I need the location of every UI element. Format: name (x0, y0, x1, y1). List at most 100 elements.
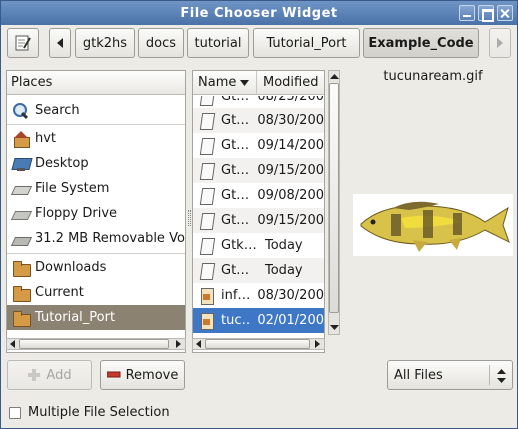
sort-descending-icon (240, 79, 250, 86)
place-label: 31.2 MB Removable Volume (35, 231, 185, 246)
places-scroll-thumb[interactable] (19, 339, 169, 349)
place-label: Current (35, 285, 84, 300)
folder-icon (13, 310, 31, 327)
file-filter-combo[interactable]: All Files (387, 360, 513, 390)
file-modified: 09/15/200 (257, 163, 324, 178)
add-label: Add (46, 367, 72, 383)
maximize-button[interactable] (478, 5, 494, 22)
preview-filename: tucunaream.gif (383, 69, 483, 84)
desktop-icon (13, 156, 29, 172)
file-row[interactable]: Gt… 09/14/200 (193, 133, 324, 158)
folder-icon (13, 260, 31, 277)
window-title: File Chooser Widget (180, 5, 338, 21)
minimize-button[interactable] (459, 5, 475, 21)
minus-icon (106, 371, 121, 378)
file-name: inf… (221, 288, 251, 303)
file-filter-value: All Files (394, 367, 443, 383)
splitter-grip (188, 210, 191, 226)
path-segment-tutorial[interactable]: tutorial (187, 28, 249, 58)
arrow-left-icon (196, 340, 201, 348)
combo-arrows-icon (497, 369, 506, 383)
file-row[interactable]: Gt… 09/15/200 (193, 208, 324, 233)
arrow-up-icon (330, 74, 339, 79)
arrow-right-icon (315, 340, 320, 348)
file-list: Gt… 08/25/200 Gt… 08/30/200 Gt… 09/14/20… (193, 96, 324, 336)
folder-icon (13, 285, 31, 302)
fish-image-icon (360, 201, 510, 252)
file-name: Gt… (221, 263, 250, 278)
type-location-button[interactable] (7, 28, 39, 58)
files-hscroll-thumb[interactable] (205, 339, 310, 349)
file-modified: 02/01/200 (257, 313, 324, 328)
search-icon (13, 102, 29, 119)
title-bar[interactable]: File Chooser Widget (1, 1, 517, 25)
place-label: Floppy Drive (35, 206, 118, 221)
files-pane: Name Modified Gt… 08/25/200 Gt… 08/30/20… (192, 70, 325, 353)
combo-separator (489, 365, 490, 385)
file-icon (199, 263, 215, 279)
places-divider (7, 124, 185, 125)
path-scroll-left-button[interactable] (49, 28, 71, 58)
multiple-selection-checkbox[interactable] (9, 407, 21, 419)
place-search[interactable]: Search (7, 98, 185, 123)
arrow-right-icon (497, 38, 503, 48)
floppy-icon (13, 206, 29, 222)
file-modified: Today (265, 263, 303, 278)
file-row-selected[interactable]: tuc… 02/01/200 (193, 308, 324, 333)
files-scroll-thumb[interactable] (329, 83, 339, 313)
place-downloads[interactable]: Downloads (7, 255, 185, 280)
path-segment-example-code[interactable]: Example_Code (363, 28, 479, 58)
places-header-label: Places (11, 75, 53, 90)
plus-icon (28, 369, 41, 381)
arrow-right-icon (176, 340, 181, 348)
name-column-header[interactable]: Name (193, 71, 257, 95)
file-modified: 08/30/200 (257, 113, 324, 128)
file-row[interactable]: Gt… 09/15/200 (193, 158, 324, 183)
place-label: Search (35, 103, 80, 118)
places-header[interactable]: Places (7, 71, 185, 95)
place-removable-volume[interactable]: 31.2 MB Removable Volume (7, 226, 185, 251)
path-segment-gtk2hs[interactable]: gtk2hs (75, 28, 135, 58)
file-icon (199, 96, 215, 105)
place-label: Downloads (35, 260, 107, 275)
file-name: Gt… (221, 138, 250, 153)
file-row[interactable]: Gtk… Today (193, 233, 324, 258)
modified-column-header[interactable]: Modified (257, 71, 318, 95)
path-segment-docs[interactable]: docs (138, 28, 184, 58)
file-name: tuc… (221, 313, 252, 328)
file-row[interactable]: inf… 08/30/200 (193, 283, 324, 308)
file-row[interactable]: Gt… Today (193, 258, 324, 283)
place-desktop[interactable]: Desktop (7, 151, 185, 176)
files-vertical-scrollbar[interactable] (328, 70, 340, 335)
arrow-down-icon (330, 325, 339, 330)
file-row[interactable]: Gt… 08/30/200 (193, 108, 324, 133)
file-row[interactable]: Gt… 09/08/200 (193, 183, 324, 208)
place-hvt[interactable]: hvt (7, 126, 185, 151)
file-modified: 08/30/200 (257, 288, 324, 303)
place-tutorial-port[interactable]: Tutorial_Port (7, 305, 185, 330)
multiple-selection-label[interactable]: Multiple File Selection (28, 405, 170, 420)
usb-drive-icon (13, 231, 29, 247)
file-modified: 08/25/200 (257, 96, 324, 104)
place-label: Tutorial_Port (35, 310, 116, 325)
file-modified: 09/15/200 (257, 213, 324, 228)
path-scroll-right-button[interactable] (489, 28, 511, 58)
add-bookmark-button[interactable]: Add (7, 360, 92, 390)
file-name: Gt… (221, 188, 250, 203)
place-label: hvt (35, 131, 57, 146)
places-horizontal-scrollbar[interactable] (6, 338, 186, 350)
places-pane: Places Search hvt Desktop File System Fl… (6, 70, 186, 353)
file-modified: 09/08/200 (257, 188, 324, 203)
place-current[interactable]: Current (7, 280, 185, 305)
image-file-icon (199, 287, 215, 305)
place-floppy-drive[interactable]: Floppy Drive (7, 201, 185, 226)
remove-bookmark-button[interactable]: Remove (100, 360, 185, 390)
place-file-system[interactable]: File System (7, 176, 185, 201)
remove-label: Remove (125, 367, 179, 383)
close-button[interactable] (497, 5, 513, 21)
arrow-left-icon (57, 38, 63, 48)
arrow-left-icon (10, 340, 15, 348)
path-segment-tutorial-port[interactable]: Tutorial_Port (253, 28, 360, 58)
files-horizontal-scrollbar[interactable] (192, 338, 325, 350)
edit-icon (15, 35, 31, 51)
